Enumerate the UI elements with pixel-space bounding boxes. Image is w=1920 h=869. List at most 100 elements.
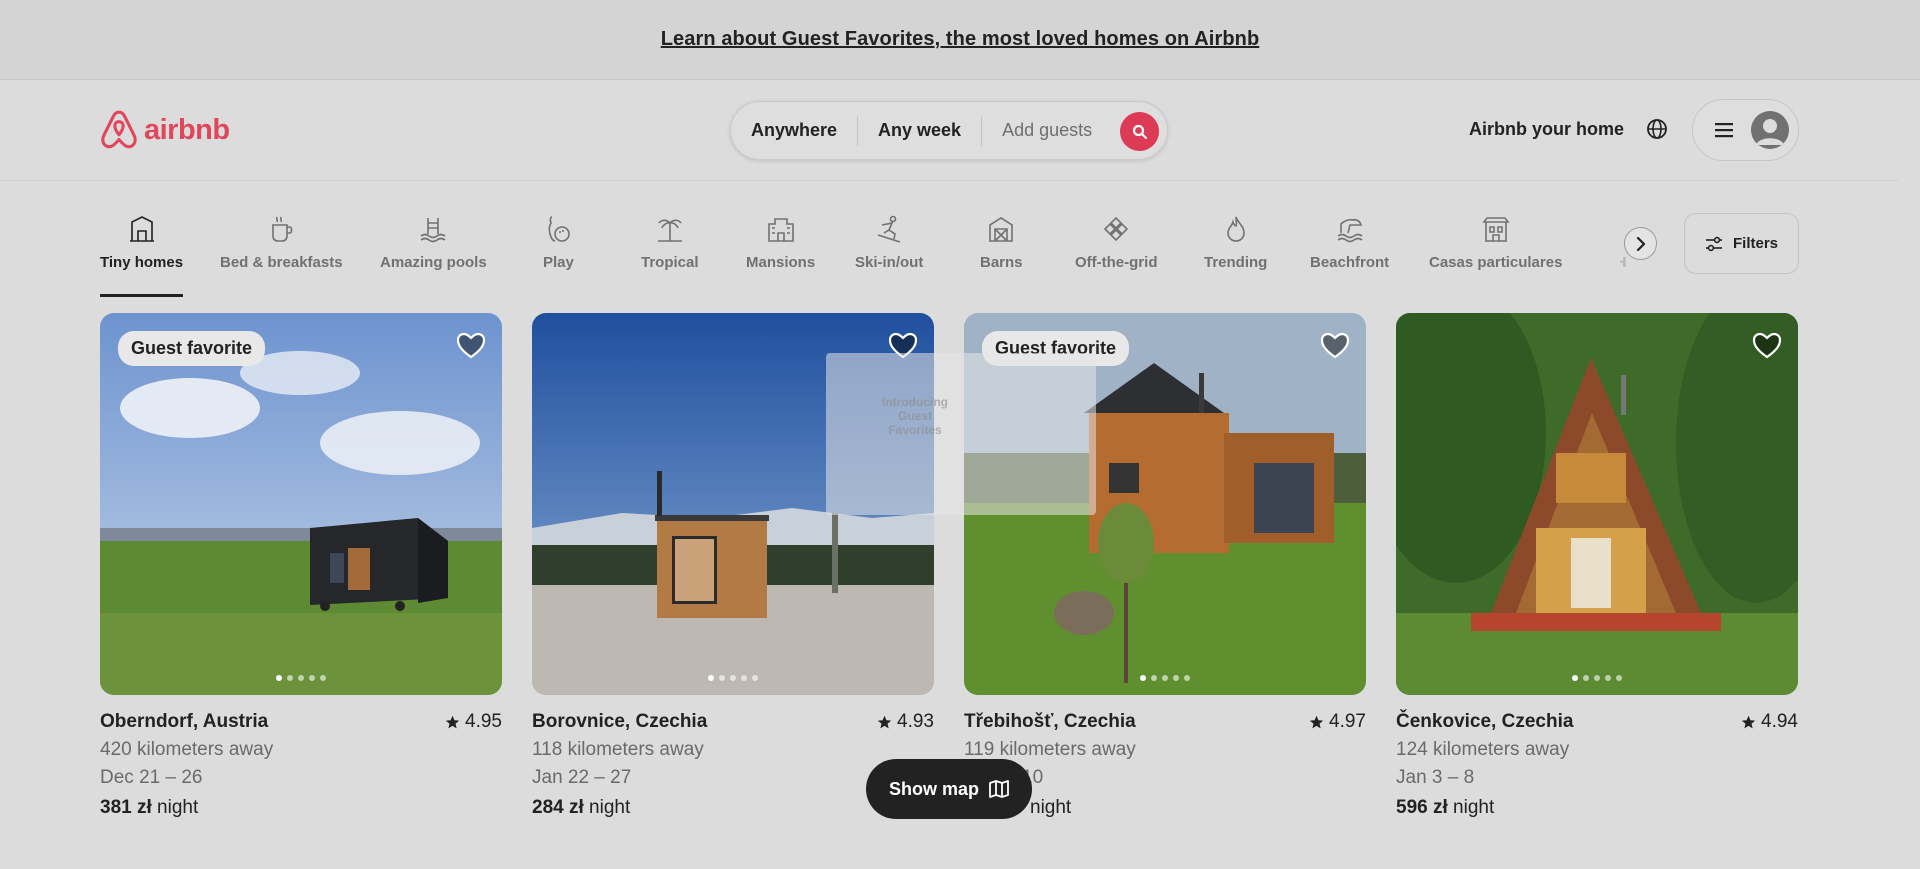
category-tiny-homes[interactable]: Tiny homes: [100, 212, 184, 297]
category-label: Amazing pools: [380, 254, 487, 271]
menu-icon: [1715, 123, 1733, 138]
price-amount: 284 zł: [532, 797, 584, 818]
listing-photo[interactable]: Guest favorite: [100, 313, 502, 695]
category-label: Ski-in/out: [855, 254, 924, 271]
category-bed-breakfasts[interactable]: Bed & breakfasts: [220, 212, 343, 271]
rating-value: 4.95: [465, 711, 502, 732]
airbnb-logo-icon: [101, 110, 137, 149]
category-tropical[interactable]: Tropical: [641, 212, 699, 271]
category-label: Trending: [1204, 254, 1268, 271]
listing-price: 596 zł night: [1396, 797, 1798, 819]
barn-icon: [989, 217, 1014, 242]
price-amount: 381 zł: [100, 797, 152, 818]
header: airbnb Anywhere Any week Add guests Airb…: [0, 80, 1898, 181]
category-barns[interactable]: Barns: [980, 212, 1023, 271]
category-ski-in-out[interactable]: Ski-in/out: [855, 212, 923, 271]
faded-modal-preview: Introducing Guest Favorites: [826, 353, 1096, 515]
category-fade: [1560, 212, 1620, 282]
tiny-home-icon: [129, 216, 154, 242]
price-unit: night: [589, 797, 631, 818]
show-map-label: Show map: [888, 778, 979, 799]
globe-icon[interactable]: [1645, 117, 1669, 141]
airbnb-logo[interactable]: airbnb: [100, 109, 230, 151]
search-bar[interactable]: Anywhere Any week Add guests: [730, 101, 1168, 160]
logo-text: airbnb: [144, 113, 230, 146]
category-play[interactable]: Play: [543, 212, 574, 271]
off-grid-icon: [1104, 216, 1129, 242]
category-off-the-grid[interactable]: Off-the-grid: [1075, 212, 1157, 271]
listing-rating: 4.97: [1309, 711, 1366, 733]
listing-title: Borovnice, Czechia: [532, 711, 708, 732]
listing-info: Čenkovice, Czechia 4.94 124 kilometers a…: [1396, 711, 1798, 819]
price-unit: night: [1453, 797, 1495, 818]
category-casas-particulares[interactable]: Casas particulares: [1429, 212, 1562, 271]
category-beachfront[interactable]: Beachfront: [1310, 212, 1389, 271]
announcement-bar: Learn about Guest Favorites, the most lo…: [0, 0, 1920, 80]
show-map-button[interactable]: Show map: [866, 759, 1032, 819]
coffee-icon: [272, 216, 293, 242]
search-button[interactable]: [1120, 112, 1159, 151]
announcement-link[interactable]: Learn about Guest Favorites, the most lo…: [661, 28, 1260, 51]
listing-photo[interactable]: [1396, 313, 1798, 695]
star-icon: [1741, 715, 1756, 728]
category-label: Tropical: [641, 254, 699, 271]
star-icon: [445, 715, 460, 728]
user-menu-button[interactable]: [1692, 99, 1799, 161]
search-icon: [1132, 124, 1147, 139]
listing-card[interactable]: Čenkovice, Czechia 4.94 124 kilometers a…: [1396, 313, 1798, 819]
category-bar: Tiny homes Bed & breakfasts Amazing pool…: [100, 212, 1640, 297]
heart-icon[interactable]: [456, 331, 486, 361]
price-amount: 596 zł: [1396, 797, 1448, 818]
category-label: Off-the-grid: [1075, 254, 1158, 271]
listing-dates: Dec 21 – 26: [100, 767, 203, 788]
price-unit: night: [1030, 797, 1072, 818]
category-next-button[interactable]: [1624, 227, 1657, 260]
filters-button[interactable]: Filters: [1684, 213, 1799, 274]
listing-rating: 4.93: [877, 711, 934, 733]
listing-rating: 4.95: [445, 711, 502, 733]
listing-image: [1396, 313, 1798, 695]
category-label: Beachfront: [1310, 254, 1390, 271]
carousel-dots: [532, 675, 934, 681]
search-when[interactable]: Any week: [858, 120, 981, 141]
page: Learn about Guest Favorites, the most lo…: [0, 0, 1920, 869]
listing-price: 381 zł night: [100, 797, 502, 819]
carousel-dots: [100, 675, 502, 681]
skier-icon: [877, 215, 901, 243]
search-where[interactable]: Anywhere: [731, 120, 857, 141]
listing-title: Třebihošť, Czechia: [964, 711, 1136, 732]
category-label: Bed & breakfasts: [220, 254, 343, 271]
category-label: Barns: [980, 254, 1023, 271]
listing-rating: 4.94: [1741, 711, 1798, 733]
rating-value: 4.93: [897, 711, 934, 732]
listing-info: Oberndorf, Austria 4.95 420 kilometers a…: [100, 711, 502, 819]
heart-icon[interactable]: [1752, 331, 1782, 361]
price-unit: night: [157, 797, 199, 818]
search-guests[interactable]: Add guests: [982, 120, 1112, 141]
listing-card[interactable]: Guest favorite Oberndorf, Austria 4.95 4…: [100, 313, 502, 819]
heart-icon[interactable]: [1320, 331, 1350, 361]
category-label: Play: [543, 254, 574, 271]
casa-icon: [1482, 217, 1510, 242]
filters-icon: [1705, 236, 1722, 251]
category-mansions[interactable]: Mansions: [746, 212, 815, 271]
beach-icon: [1337, 218, 1363, 243]
listing-distance: 119 kilometers away: [964, 739, 1136, 760]
filters-label: Filters: [1732, 235, 1778, 252]
pool-icon: [420, 218, 446, 243]
star-icon: [1309, 715, 1324, 728]
carousel-dots: [964, 675, 1366, 681]
bowling-icon: [548, 216, 571, 242]
category-trending[interactable]: Trending: [1204, 212, 1267, 271]
star-icon: [877, 715, 892, 728]
listing-distance: 124 kilometers away: [1396, 739, 1570, 760]
listing-title: Oberndorf, Austria: [100, 711, 269, 732]
listing-distance: 118 kilometers away: [532, 739, 704, 760]
flame-icon: [1226, 216, 1245, 242]
map-icon: [989, 780, 1009, 798]
avatar: [1751, 111, 1789, 149]
listing-image: [100, 313, 502, 695]
category-amazing-pools[interactable]: Amazing pools: [380, 212, 487, 271]
guest-favorite-badge: Guest favorite: [118, 331, 266, 366]
host-link[interactable]: Airbnb your home: [1469, 119, 1624, 140]
